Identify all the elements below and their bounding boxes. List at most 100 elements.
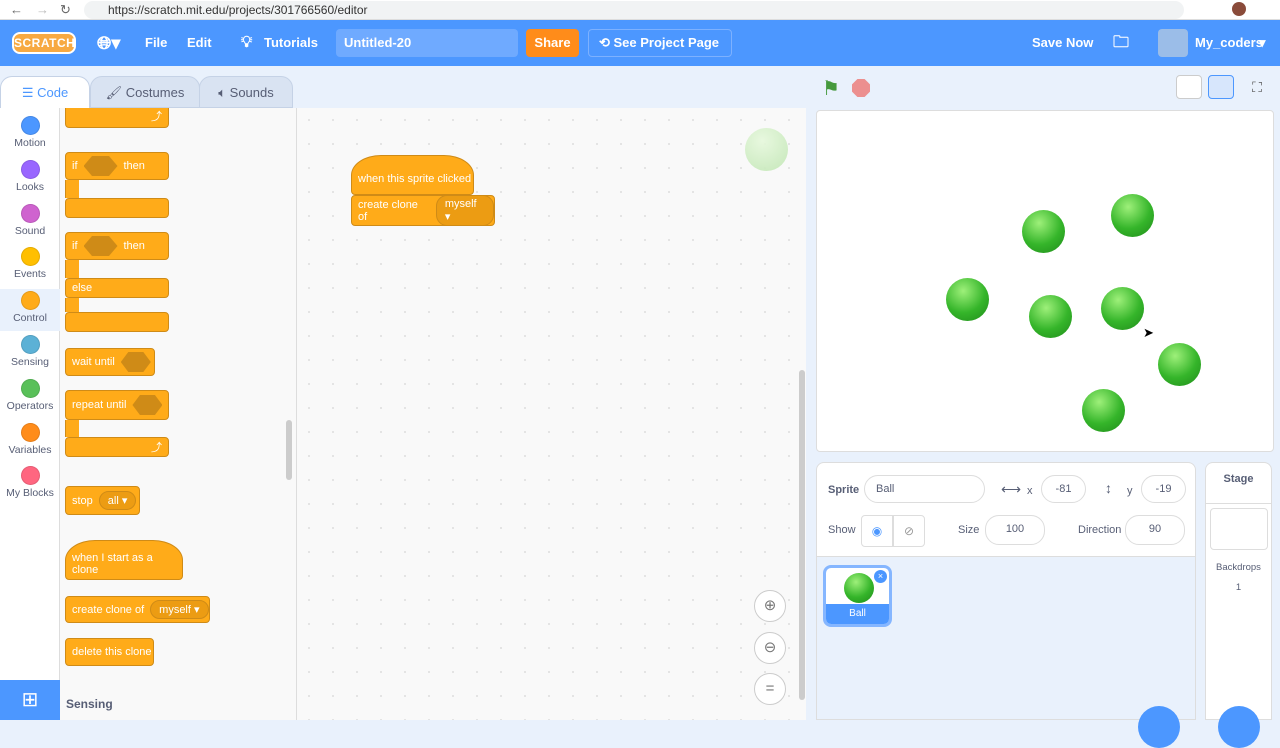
palette-scrollbar[interactable] bbox=[286, 420, 292, 480]
stage-canvas[interactable]: ➤ bbox=[816, 110, 1274, 452]
url-bar[interactable]: https://scratch.mit.edu/projects/3017665… bbox=[84, 1, 1184, 19]
if-then-else-block[interactable]: if then bbox=[65, 232, 169, 260]
category-dot-icon bbox=[20, 335, 40, 354]
create-clone-block[interactable]: create clone of myself ▾ bbox=[351, 195, 495, 226]
category-label: Variables bbox=[8, 443, 52, 456]
tutorials-menu[interactable]: Tutorials bbox=[264, 20, 318, 66]
direction-input[interactable]: 90 bbox=[1125, 515, 1185, 545]
category-events[interactable]: Events bbox=[0, 245, 60, 287]
show-visible-eye-icon[interactable]: ◉ bbox=[861, 515, 893, 547]
zoom-out-icon[interactable]: ⊖ bbox=[754, 632, 786, 664]
clone-option-dropdown[interactable]: myself ▾ bbox=[150, 600, 209, 619]
wait-until-block[interactable]: wait until bbox=[65, 348, 155, 376]
category-label: Motion bbox=[14, 137, 46, 149]
show-label: Show bbox=[828, 524, 856, 536]
lightbulb-icon: 💡︎ bbox=[241, 34, 253, 51]
boolean-slot[interactable] bbox=[83, 156, 118, 176]
browser-bar: ← → ↻ https://scratch.mit.edu/projects/3… bbox=[0, 0, 1280, 20]
create-clone-block[interactable]: create clone of myself ▾ bbox=[65, 596, 210, 623]
when-sprite-clicked-block[interactable]: when this sprite clicked bbox=[351, 155, 474, 195]
stage-panel[interactable]: Stage Backdrops 1 bbox=[1205, 462, 1272, 720]
clone-option-value: myself bbox=[159, 604, 191, 616]
boolean-slot[interactable] bbox=[132, 395, 163, 415]
user-avatar[interactable] bbox=[1158, 29, 1188, 57]
edit-menu[interactable]: Edit bbox=[187, 20, 212, 66]
scratch-logo[interactable]: SCRATCH bbox=[12, 32, 76, 54]
hide-eye-icon[interactable]: ⊘ bbox=[893, 515, 925, 547]
add-sprite-button[interactable] bbox=[1138, 706, 1180, 748]
category-label: Sound bbox=[14, 224, 46, 237]
x-input[interactable]: -81 bbox=[1041, 475, 1086, 503]
forever-block-end[interactable]: ⤴ bbox=[65, 108, 169, 128]
create-clone-label: create clone of bbox=[72, 603, 145, 616]
repeat-until-end: ⤴ bbox=[65, 437, 169, 457]
category-my-blocks[interactable]: My Blocks bbox=[0, 464, 60, 506]
clone-option-dropdown[interactable]: myself ▾ bbox=[435, 195, 494, 226]
x-label: x bbox=[1027, 485, 1033, 497]
ball-clone bbox=[1029, 295, 1072, 338]
if-then-block[interactable]: if then bbox=[65, 152, 169, 180]
delete-this-clone-block[interactable]: delete this clone bbox=[65, 638, 154, 666]
username-menu[interactable]: My_coders bbox=[1195, 20, 1263, 66]
category-control[interactable]: Control bbox=[0, 289, 60, 332]
category-variables[interactable]: Variables bbox=[0, 421, 60, 463]
tab-code[interactable]: ☰ Code bbox=[0, 76, 90, 108]
delete-sprite-icon[interactable]: × bbox=[874, 570, 887, 583]
backdrops-count: 1 bbox=[1235, 582, 1242, 593]
category-motion[interactable]: Motion bbox=[0, 114, 60, 156]
backdrop-thumbnail[interactable] bbox=[1210, 508, 1268, 550]
zoom-reset-icon[interactable]: = bbox=[754, 673, 786, 705]
back-icon[interactable]: ← bbox=[10, 2, 23, 17]
project-title-input[interactable]: Untitled-20 bbox=[336, 29, 518, 57]
block-palette: ⤴ if then if then else wait until repeat u… bbox=[60, 108, 297, 720]
normal-stage-button[interactable] bbox=[1208, 75, 1234, 99]
stop-option-dropdown[interactable]: all ▾ bbox=[98, 491, 137, 510]
profile-avatar[interactable] bbox=[1232, 2, 1246, 16]
folder-icon[interactable]: 🗀 bbox=[1113, 20, 1129, 66]
chevron-down-icon[interactable]: ▾ bbox=[1259, 20, 1266, 66]
zoom-in-icon[interactable]: ⊕ bbox=[754, 590, 786, 622]
stage-title: Stage bbox=[1223, 473, 1254, 485]
stop-block[interactable]: stop all ▾ bbox=[65, 486, 140, 515]
category-looks[interactable]: Looks bbox=[0, 158, 60, 200]
reload-icon[interactable]: ↻ bbox=[60, 2, 71, 18]
repeat-until-block[interactable]: repeat until bbox=[65, 390, 169, 420]
category-operators[interactable]: Operators bbox=[0, 377, 60, 419]
script-scrollbar[interactable] bbox=[799, 370, 805, 700]
create-clone-label: create clone of bbox=[358, 198, 418, 223]
sprite-ghost-icon bbox=[745, 128, 788, 171]
fullscreen-icon[interactable]: ⛶ bbox=[1244, 75, 1270, 99]
forward-icon[interactable]: → bbox=[36, 2, 49, 17]
sprite-thumbnail-ball[interactable]: × Ball bbox=[823, 565, 892, 627]
stop-icon[interactable] bbox=[852, 79, 870, 97]
small-stage-button[interactable] bbox=[1176, 75, 1202, 99]
else-section: else bbox=[65, 278, 169, 298]
add-backdrop-button[interactable] bbox=[1218, 706, 1260, 748]
sprite-info-panel: Sprite Ball ⟷ x -81 ↕ y -19 Show ◉ ⊘ Siz… bbox=[816, 462, 1196, 557]
sprite-name-input[interactable]: Ball bbox=[864, 475, 985, 503]
mouse-cursor-icon: ➤ bbox=[1143, 325, 1154, 340]
y-input[interactable]: -19 bbox=[1141, 475, 1186, 503]
tab-sounds[interactable]: 🔈︎ Sounds bbox=[199, 76, 293, 108]
when-i-start-as-clone-block[interactable]: when I start as a clone bbox=[65, 540, 183, 580]
tab-costumes[interactable]: 🖌︎ Costumes bbox=[90, 76, 200, 108]
category-sensing[interactable]: Sensing bbox=[0, 333, 60, 375]
green-flag-icon[interactable]: ⚑ bbox=[822, 76, 840, 101]
ball-clone bbox=[1082, 389, 1125, 432]
globe-icon[interactable]: 🌐︎▾ bbox=[97, 20, 120, 66]
share-button[interactable]: Share bbox=[526, 29, 579, 57]
file-menu[interactable]: File bbox=[145, 20, 167, 66]
divider bbox=[1206, 503, 1271, 504]
repeat-until-label: repeat until bbox=[72, 399, 127, 411]
save-now-button[interactable]: Save Now bbox=[1032, 20, 1093, 66]
category-dot-icon bbox=[20, 116, 40, 135]
sprite-name-label: Ball bbox=[826, 604, 889, 624]
boolean-slot[interactable] bbox=[83, 236, 118, 256]
boolean-slot[interactable] bbox=[120, 352, 151, 372]
add-extension-button[interactable]: ⊞ bbox=[0, 680, 60, 720]
size-input[interactable]: 100 bbox=[985, 515, 1045, 545]
category-sound[interactable]: Sound bbox=[0, 202, 60, 244]
stop-option-value: all bbox=[107, 495, 119, 507]
script-area[interactable]: when this sprite clicked create clone of… bbox=[297, 108, 806, 720]
see-project-page-button[interactable]: ⟲ See Project Page bbox=[588, 29, 732, 57]
